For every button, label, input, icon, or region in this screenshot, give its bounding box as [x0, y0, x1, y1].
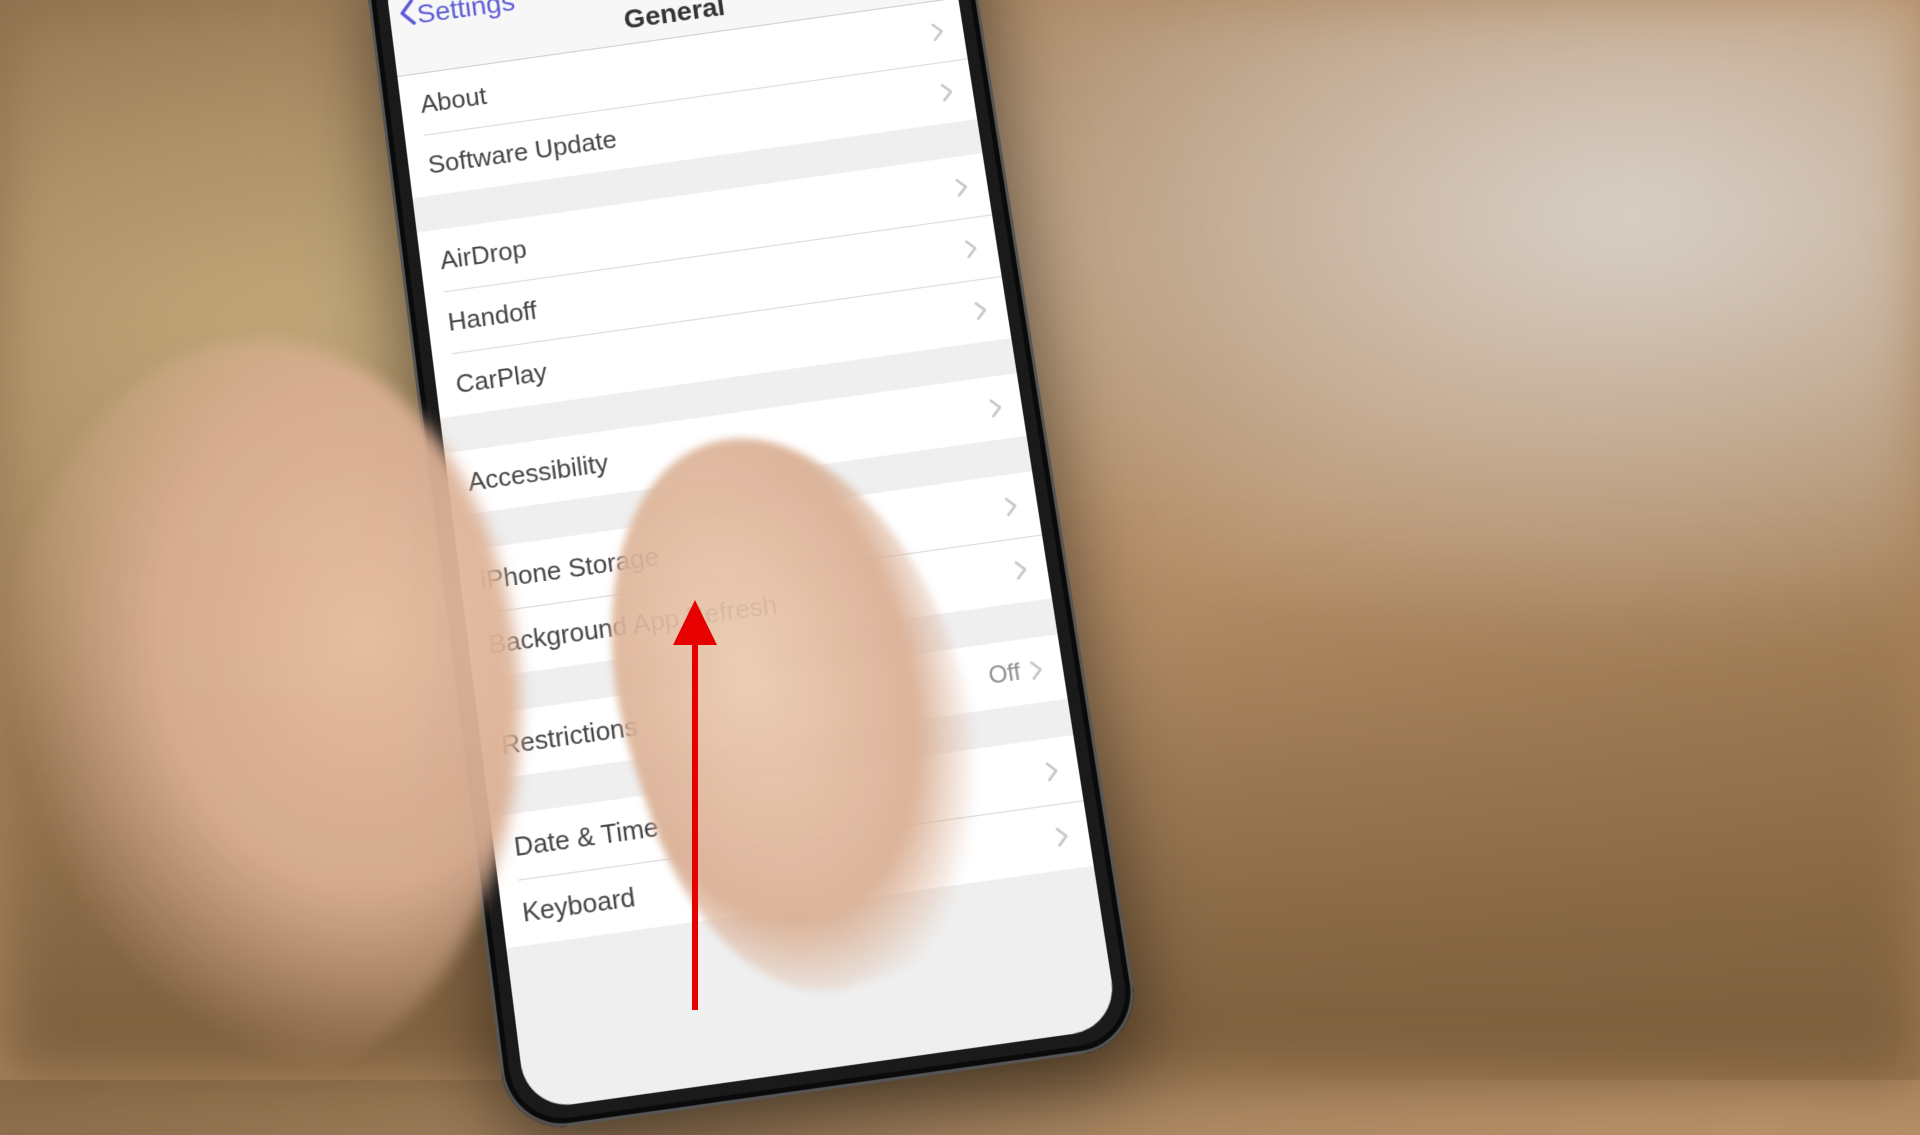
chevron-right-icon — [1004, 496, 1019, 517]
row-value: Off — [987, 658, 1023, 691]
chevron-right-icon — [973, 300, 988, 321]
chevron-right-icon — [964, 238, 979, 259]
chevron-right-icon — [1029, 659, 1044, 681]
row-label: Handoff — [446, 295, 539, 337]
row-label: Software Update — [426, 124, 618, 180]
chevron-right-icon — [1055, 826, 1070, 848]
chevron-right-icon — [1045, 760, 1060, 782]
chevron-right-icon — [940, 82, 955, 103]
row-label: About — [419, 81, 489, 120]
row-label: Keyboard — [520, 881, 637, 929]
chevron-right-icon — [931, 22, 946, 42]
hand-holding-phone — [0, 340, 520, 1080]
row-label: CarPlay — [454, 356, 549, 399]
chevron-right-icon — [1014, 559, 1029, 581]
chevron-left-icon — [398, 0, 418, 33]
row-label: AirDrop — [438, 234, 528, 276]
row-label: Accessibility — [466, 447, 610, 497]
chevron-right-icon — [989, 397, 1004, 418]
chevron-right-icon — [954, 177, 969, 198]
settings-group: AirDrop Handoff CarPlay — [417, 153, 1011, 418]
row-label: Restrictions — [499, 711, 639, 761]
row-label: Date & Time — [512, 811, 660, 863]
